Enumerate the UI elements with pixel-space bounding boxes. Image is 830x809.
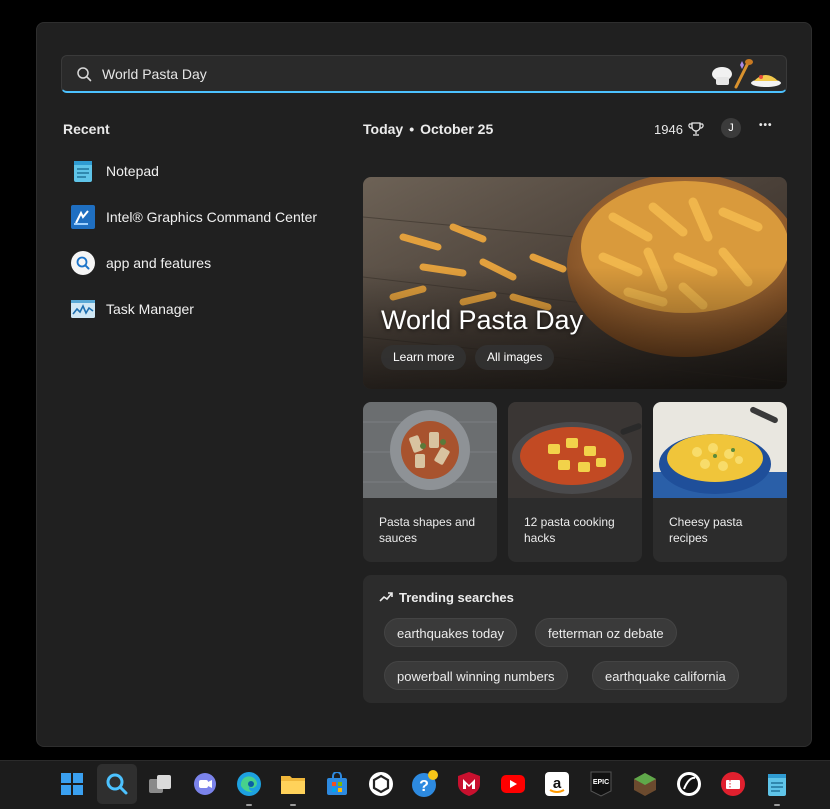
intel-graphics-icon: [71, 205, 95, 229]
task-manager-icon: [71, 297, 95, 321]
all-images-button[interactable]: All images: [475, 345, 555, 370]
edge-icon[interactable]: [235, 770, 263, 806]
today-heading: Today • October 25: [363, 121, 493, 137]
points-value: 1946: [654, 121, 683, 137]
recent-item-label: Intel® Graphics Command Center: [106, 209, 318, 225]
search-result-icon: [71, 251, 95, 275]
trending-chip[interactable]: fetterman oz debate: [535, 618, 677, 647]
avatar[interactable]: J: [721, 118, 741, 138]
pasta-pan-image: [508, 402, 642, 498]
microsoft-store-icon[interactable]: [323, 770, 351, 798]
svg-text:EPIC: EPIC: [593, 779, 609, 786]
trending-heading: Trending searches: [399, 590, 514, 605]
learn-more-button[interactable]: Learn more: [381, 345, 467, 370]
card-pasta-shapes[interactable]: Pasta shapes and sauces: [363, 402, 497, 562]
recent-item-notepad[interactable]: Notepad: [71, 155, 331, 187]
recent-heading: Recent: [63, 121, 110, 137]
search-panel: Recent Notepad Intel® Graphics Command C…: [36, 22, 812, 747]
pasta-chef-illustration-icon: [712, 58, 781, 88]
today-date: October 25: [420, 121, 494, 137]
rewards-points[interactable]: 1946: [654, 121, 704, 137]
card-label: Pasta shapes and sauces: [379, 515, 476, 545]
youtube-icon[interactable]: [499, 770, 527, 798]
trending-chip[interactable]: earthquake california: [592, 661, 739, 690]
search-icon: [77, 66, 92, 81]
task-view-icon[interactable]: [147, 770, 175, 798]
trending-searches: Trending searches earthquakes today fett…: [363, 575, 787, 703]
windows-start-icon[interactable]: [58, 770, 86, 798]
today-label: Today: [363, 121, 404, 137]
trending-chip[interactable]: earthquakes today: [384, 618, 517, 647]
trending-chip[interactable]: powerball winning numbers: [384, 661, 568, 690]
search-input[interactable]: [102, 65, 706, 82]
teams-chat-icon[interactable]: [191, 770, 219, 798]
separator: •: [409, 121, 415, 137]
card-label: 12 pasta cooking hacks: [524, 515, 615, 545]
tickets-icon[interactable]: [719, 770, 747, 798]
file-explorer-icon[interactable]: [279, 770, 307, 806]
svg-text:?: ?: [419, 778, 429, 795]
running-indicator: [774, 804, 780, 806]
hero-card[interactable]: World Pasta Day Learn more All images: [363, 177, 787, 389]
amazon-icon[interactable]: a: [543, 770, 571, 798]
mcafee-icon[interactable]: [455, 770, 483, 798]
hero-title: World Pasta Day: [381, 305, 584, 335]
more-options-button[interactable]: •••: [759, 120, 773, 131]
notepad-icon: [71, 159, 95, 183]
minecraft-icon[interactable]: [631, 770, 659, 798]
recent-item-task-manager[interactable]: Task Manager: [71, 293, 331, 325]
cheesy-pasta-image: [653, 402, 787, 498]
pasta-plate-image: [363, 402, 497, 498]
card-label: Cheesy pasta recipes: [669, 515, 743, 545]
svg-text:a: a: [553, 775, 562, 792]
app-icon[interactable]: [367, 770, 395, 798]
trophy-icon: [688, 122, 704, 136]
epic-games-icon[interactable]: EPIC: [587, 770, 615, 798]
running-indicator: [246, 804, 252, 806]
search-box[interactable]: [61, 55, 787, 93]
recent-item-label: Notepad: [106, 163, 159, 179]
app-icon[interactable]: [675, 770, 703, 798]
recent-item-label: Task Manager: [106, 301, 194, 317]
recent-item-label: app and features: [106, 255, 212, 271]
recent-item-app-and-features[interactable]: app and features: [71, 247, 331, 279]
taskbar-search-icon[interactable]: [103, 770, 131, 798]
notepad-icon[interactable]: [763, 770, 791, 806]
card-cheesy-pasta[interactable]: Cheesy pasta recipes: [653, 402, 787, 562]
get-help-icon[interactable]: ?: [411, 770, 439, 798]
recent-item-intel-graphics[interactable]: Intel® Graphics Command Center: [71, 201, 331, 233]
running-indicator: [290, 804, 296, 806]
card-cooking-hacks[interactable]: 12 pasta cooking hacks: [508, 402, 642, 562]
trending-up-icon: [379, 592, 393, 602]
